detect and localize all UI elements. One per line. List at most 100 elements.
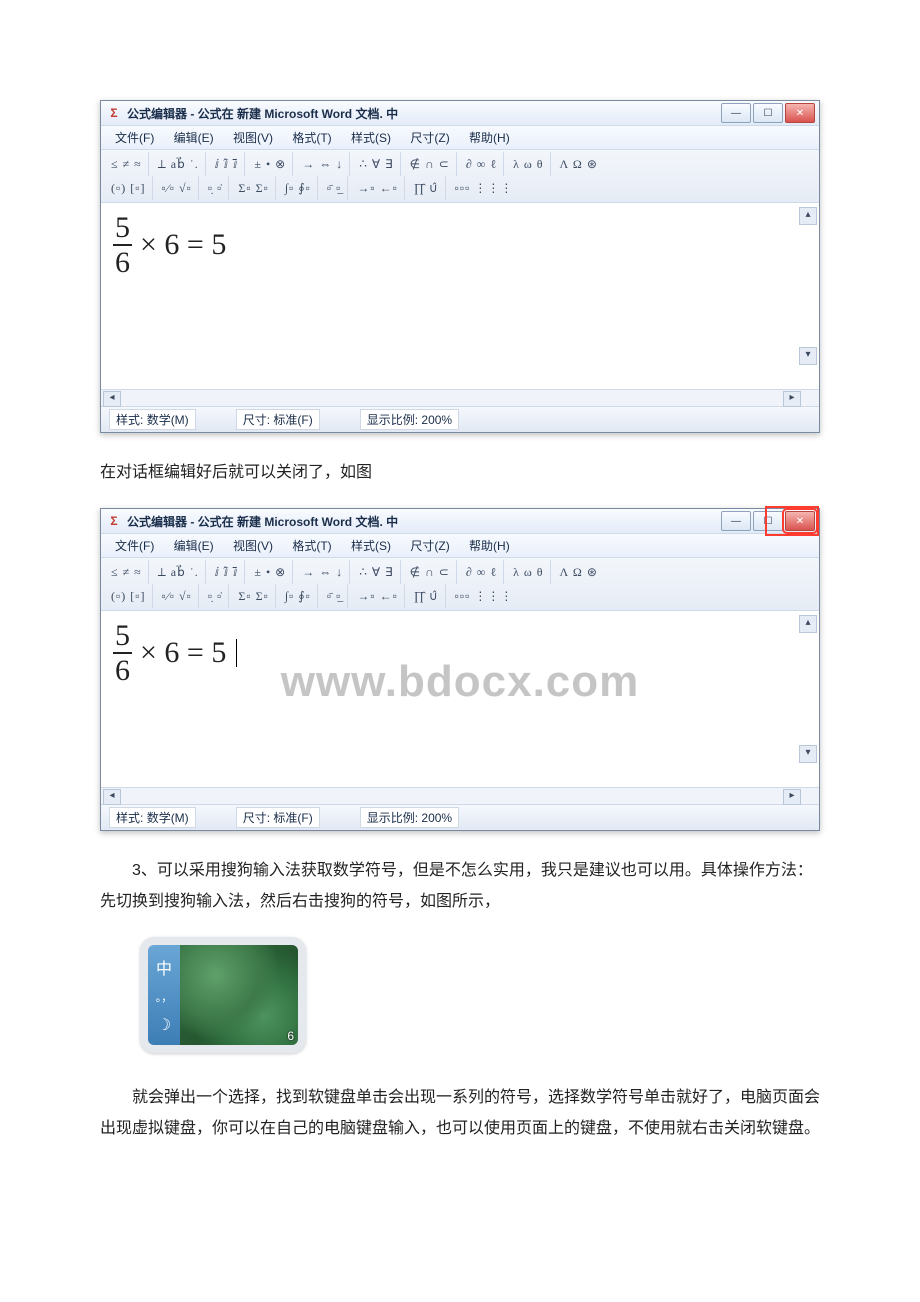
toolbar-row-2: (▫) [▫] ▫⁄▫ √▫ ▫̣ ▫̇ Σ▫ Σ▫ ∫▫ ∮▫ ▫̄ ▫̲ →… — [105, 584, 815, 608]
status-size-label: 尺寸: — [243, 811, 270, 825]
template-labeledarr[interactable]: →▫ ←▫ — [351, 176, 405, 200]
document-page: Σ 公式编辑器 - 公式在 新建 Microsoft Word 文档. 中 — … — [0, 0, 920, 1214]
menu-help[interactable]: 帮助(H) — [461, 128, 518, 147]
template-matrices[interactable]: ▫▫▫ ⋮⋮⋮ — [449, 584, 520, 608]
template-fences[interactable]: (▫) [▫] — [105, 176, 153, 200]
ime-toolbar-char[interactable]: 中 — [156, 955, 172, 979]
minimize-button[interactable]: — — [721, 511, 751, 531]
palette-logical[interactable]: ∴ ∀ ∃ — [353, 560, 400, 584]
template-fracs[interactable]: ▫⁄▫ √▫ — [156, 176, 199, 200]
menu-format[interactable]: 格式(T) — [284, 536, 339, 555]
template-matrices[interactable]: ▫▫▫ ⋮⋮⋮ — [449, 176, 520, 200]
status-zoom-label: 显示比例: — [367, 413, 418, 427]
status-style: 样式: 数学(M) — [109, 409, 196, 430]
scroll-down-icon: ▾ — [805, 747, 810, 758]
menu-file[interactable]: 文件(F) — [107, 128, 162, 147]
menu-size[interactable]: 尺寸(Z) — [402, 536, 457, 555]
palette-greekup[interactable]: Λ Ω ⊛ — [554, 560, 604, 584]
menu-file[interactable]: 文件(F) — [107, 536, 162, 555]
fraction: 5 6 — [113, 211, 132, 279]
statusbar: 样式: 数学(M) 尺寸: 标准(F) 显示比例: 200% — [101, 406, 819, 432]
horizontal-scrollbar[interactable]: ◂ ▸ — [101, 787, 819, 804]
scroll-right-icon: ▸ — [789, 790, 794, 801]
menu-edit[interactable]: 编辑(E) — [166, 128, 222, 147]
equation-editor-area[interactable]: 5 6 × 6 = 5 www.bdocx.com ▴ ▾ — [101, 611, 819, 787]
titlebar: Σ 公式编辑器 - 公式在 新建 Microsoft Word 文档. 中 — … — [101, 101, 819, 126]
template-fences[interactable]: (▫) [▫] — [105, 584, 153, 608]
scroll-down-button[interactable]: ▾ — [799, 745, 817, 763]
palette-relational[interactable]: ≤ ≠ ≈ — [105, 560, 149, 584]
app-icon: Σ — [105, 104, 123, 122]
palette-arrows[interactable]: → ⇔ ↓ — [296, 560, 350, 584]
equation-editor-area[interactable]: 5 6 × 6 = 5 ▴ ▾ — [101, 203, 819, 389]
palette-misc[interactable]: ∂ ∞ ℓ — [460, 152, 504, 176]
template-integrals[interactable]: ∫▫ ∮▫ — [279, 176, 318, 200]
toolbar-row-2: (▫) [▫] ▫⁄▫ √▫ ▫̣ ▫̇ Σ▫ Σ▫ ∫▫ ∮▫ ▫̄ ▫̲ →… — [105, 176, 815, 200]
minimize-button[interactable]: — — [721, 103, 751, 123]
palette-spacing[interactable]: ⟂ ab⃗ ˙. — [152, 152, 206, 176]
toolbar-row-1: ≤ ≠ ≈ ⟂ ab⃗ ˙. ⅈ ⅈ̂ ⅈ̄ ± • ⊗ → ⇔ ↓ ∴ ∀ ∃… — [105, 152, 815, 176]
close-icon: ✕ — [796, 516, 804, 527]
scroll-left-button[interactable]: ◂ — [103, 391, 121, 407]
template-subsup[interactable]: ▫̣ ▫̇ — [202, 176, 230, 200]
palette-greeklow[interactable]: λ ω θ — [507, 560, 550, 584]
template-bars[interactable]: ▫̄ ▫̲ — [321, 584, 349, 608]
menu-view[interactable]: 视图(V) — [225, 536, 281, 555]
scroll-up-button[interactable]: ▴ — [799, 615, 817, 633]
equation-rest: × 6 = 5 — [140, 636, 226, 670]
palette-misc[interactable]: ∂ ∞ ℓ — [460, 560, 504, 584]
maximize-button[interactable]: ☐ — [753, 103, 783, 123]
scroll-right-button[interactable]: ▸ — [783, 789, 801, 805]
equation-editor-window-1: Σ 公式编辑器 - 公式在 新建 Microsoft Word 文档. 中 — … — [100, 100, 820, 433]
scroll-down-button[interactable]: ▾ — [799, 347, 817, 365]
palette-settheory[interactable]: ∉ ∩ ⊂ — [404, 152, 457, 176]
template-prodset[interactable]: ∏̂ ∪̂ — [408, 176, 446, 200]
ime-skin-figure: 中 。， ☽ — [140, 937, 306, 1053]
palette-arrows[interactable]: → ⇔ ↓ — [296, 152, 350, 176]
status-size: 尺寸: 标准(F) — [236, 807, 320, 828]
palette-greeklow[interactable]: λ ω θ — [507, 152, 550, 176]
palette-settheory[interactable]: ∉ ∩ ⊂ — [404, 560, 457, 584]
palette-operators[interactable]: ± • ⊗ — [248, 560, 293, 584]
ime-skin-photo[interactable] — [180, 945, 298, 1045]
ime-toolbar-moon-icon[interactable]: ☽ — [157, 1015, 171, 1035]
ime-toolbar-punct[interactable]: 。， — [156, 989, 173, 1005]
menu-view[interactable]: 视图(V) — [225, 128, 281, 147]
palette-operators[interactable]: ± • ⊗ — [248, 152, 293, 176]
template-labeledarr[interactable]: →▫ ←▫ — [351, 584, 405, 608]
template-sums[interactable]: Σ▫ Σ▫ — [232, 176, 275, 200]
template-bars[interactable]: ▫̄ ▫̲ — [321, 176, 349, 200]
menu-edit[interactable]: 编辑(E) — [166, 536, 222, 555]
status-style-value: 数学(M) — [147, 811, 189, 825]
menu-format[interactable]: 格式(T) — [284, 128, 339, 147]
palette-logical[interactable]: ∴ ∀ ∃ — [353, 152, 400, 176]
palette-relational[interactable]: ≤ ≠ ≈ — [105, 152, 149, 176]
palette-spacing[interactable]: ⟂ ab⃗ ˙. — [152, 560, 206, 584]
palette-greekup[interactable]: Λ Ω ⊛ — [554, 152, 604, 176]
scroll-left-button[interactable]: ◂ — [103, 789, 121, 805]
menu-size[interactable]: 尺寸(Z) — [402, 128, 457, 147]
paragraph-2: 3、可以采用搜狗输入法获取数学符号，但是不怎么实用，我只是建议也可以用。具体操作… — [100, 856, 820, 917]
scroll-left-icon: ◂ — [109, 790, 114, 801]
template-prodset[interactable]: ∏̂ ∪̂ — [408, 584, 446, 608]
palette-embellish[interactable]: ⅈ ⅈ̂ ⅈ̄ — [209, 152, 246, 176]
menu-help[interactable]: 帮助(H) — [461, 536, 518, 555]
template-sums[interactable]: Σ▫ Σ▫ — [232, 584, 275, 608]
template-subsup[interactable]: ▫̣ ▫̇ — [202, 584, 230, 608]
status-style-value: 数学(M) — [147, 413, 189, 427]
template-fracs[interactable]: ▫⁄▫ √▫ — [156, 584, 199, 608]
paragraph-3: 就会弹出一个选择，找到软键盘单击会出现一系列的符号，选择数学符号单击就好了，电脑… — [100, 1083, 820, 1144]
menu-style[interactable]: 样式(S) — [343, 536, 399, 555]
scroll-up-button[interactable]: ▴ — [799, 207, 817, 225]
menu-style[interactable]: 样式(S) — [343, 128, 399, 147]
close-button[interactable]: ✕ — [785, 511, 815, 531]
horizontal-scrollbar[interactable]: ◂ ▸ — [101, 389, 819, 406]
status-size-value: 标准(F) — [273, 413, 312, 427]
fraction: 5 6 — [113, 619, 132, 687]
palette-embellish[interactable]: ⅈ ⅈ̂ ⅈ̄ — [209, 560, 246, 584]
scroll-right-icon: ▸ — [789, 392, 794, 403]
template-integrals[interactable]: ∫▫ ∮▫ — [279, 584, 318, 608]
maximize-button[interactable]: ☐ — [753, 511, 783, 531]
scroll-right-button[interactable]: ▸ — [783, 391, 801, 407]
close-button[interactable]: ✕ — [785, 103, 815, 123]
